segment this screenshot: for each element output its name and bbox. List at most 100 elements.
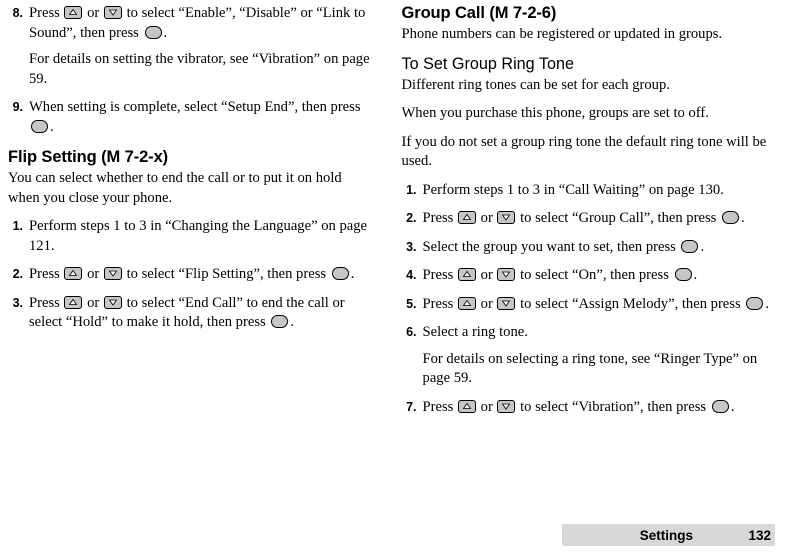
section-intro-flip-setting: You can select whether to end the call o… [8,170,342,206]
period: . [740,210,745,226]
step-number: 2. [12,267,23,281]
then-press-word: , then press [602,267,669,283]
step-text: Press or to select “Enable”, “Disable” o… [29,4,374,89]
center-key-icon [711,399,729,413]
to-select-word: to select [520,210,569,226]
option-text: “Group Call” [572,210,651,226]
up-key-icon [457,399,476,413]
down-key-icon [103,6,122,19]
down-key-icon [497,296,516,310]
list-item: 6. Select a ring tone. For details on se… [402,323,775,389]
down-key-icon [497,399,516,413]
down-key-icon [103,267,122,280]
step-text: Select a ring tone. For details on selec… [423,323,775,389]
option-text: “Vibration” [572,398,641,415]
step-line: Perform steps 1 to 3 in “Changing the La… [29,218,368,254]
to-select-word: to select [520,295,569,312]
or-word: or [480,398,493,415]
paragraph-2: When you purchase this phone, groups are… [401,105,709,121]
then-press-word: , then press [674,295,741,312]
center-key-icon [331,267,349,280]
up-key-icon [457,296,476,310]
option-text: “On” [572,267,603,283]
step-line: Perform steps 1 to 3 in “Call Waiting” o… [422,181,724,198]
detail-note: For details on selecting a ring tone, se… [422,350,758,387]
press-word: Press [422,295,454,312]
section-heading-flip-setting: Flip Setting (M 7-2-x) [8,148,169,166]
step-number: 2. [406,211,417,225]
list-item: 3. Press or to select “End Call” to end … [8,294,374,333]
list-item: 7. Press or to select “Vibration”, then … [402,398,775,418]
step-number: 8. [12,6,23,20]
period: . [693,267,698,283]
press-word: Press [29,294,60,311]
or-word: or [87,294,100,311]
step-text: Perform steps 1 to 3 in “Call Waiting” o… [423,181,775,201]
manual-page: 8. Press or to select “Enable”, “Disable… [0,0,793,555]
up-key-icon [64,295,83,309]
list-item: 1. Perform steps 1 to 3 in “Changing the… [8,217,374,256]
step-text: Press or to select “Group Call”, then pr… [423,209,775,229]
then-press-word: , then press [650,210,717,226]
list-item: 3. Select the group you want to set, the… [402,238,775,258]
option-text: “Enable”, “Disable” or [178,5,313,21]
step-number: 9. [12,100,23,114]
step-text: Perform steps 1 to 3 in “Changing the La… [29,217,374,256]
or-word: or [87,5,100,21]
step-number: 3. [12,295,23,310]
list-item: 8. Press or to select “Enable”, “Disable… [8,4,374,89]
paragraph-3: If you do not set a group ring tone the … [401,133,767,170]
subheading-set-group-ring-tone: To Set Group Ring Tone [401,54,574,73]
up-key-icon [457,211,476,224]
period: . [730,398,735,415]
press-word: Press [422,267,454,283]
step-text: Select the group you want to set, then p… [423,238,775,258]
step-text: Press or to select “Vibration”, then pre… [423,398,775,418]
up-key-icon [64,267,83,280]
page-footer: Settings 132 [0,524,793,546]
step-text: Press or to select “Assign Melody”, then… [423,295,775,315]
up-key-icon [457,268,476,281]
to-select-word: to select [126,266,175,282]
right-column: Group Call (M 7-2-6) Phone numbers can b… [392,4,775,426]
period: . [765,295,769,312]
list-item: 2. Press or to select “Flip Setting”, th… [8,265,374,285]
center-key-icon [31,119,48,133]
detail-note: For details on setting the vibrator, see… [29,51,370,87]
center-key-icon [721,211,739,224]
paragraph-1: Different ring tones can be set for each… [401,76,670,93]
list-item: 4. Press or to select “On”, then press . [402,266,775,286]
then-press-word: , then press [72,24,139,41]
press-word: Press [422,210,454,226]
option-text: “End Call” to end the call [178,294,329,311]
center-key-icon [746,296,764,310]
period: . [290,314,294,330]
to-select-word: to select [126,294,175,311]
footer-section-label: Settings [639,528,693,543]
step-text: Press or to select “End Call” to end the… [29,294,374,333]
step-number: 3. [406,239,417,254]
option-text: “Flip Setting” [178,266,260,282]
step9-text: When setting is complete, select “Setup … [29,99,361,115]
press-word: Press [422,398,454,415]
then-press-word: , then press [640,398,707,415]
center-key-icon [681,239,699,253]
step-number: 1. [12,219,23,233]
to-select-word: to select [126,5,175,21]
step-line: Select a ring tone. [422,324,528,340]
period: . [163,24,168,41]
list-item: 2. Press or to select “Group Call”, then… [402,209,775,229]
to-select-word: to select [520,267,569,283]
center-key-icon [144,25,162,39]
footer-page-number: 132 [748,528,771,543]
step-number: 4. [406,268,417,282]
or-word: or [480,295,493,312]
section-intro-group-call: Phone numbers can be registered or updat… [401,26,723,42]
list-item: 9. When setting is complete, select “Set… [8,98,374,137]
center-key-icon [271,315,289,328]
step-text: Press or to select “Flip Setting”, then … [29,265,374,285]
list-item: 1. Perform steps 1 to 3 in “Call Waiting… [402,181,775,201]
period: . [350,266,355,282]
list-item: 5. Press or to select “Assign Melody”, t… [402,295,775,315]
left-column: 8. Press or to select “Enable”, “Disable… [8,4,392,426]
